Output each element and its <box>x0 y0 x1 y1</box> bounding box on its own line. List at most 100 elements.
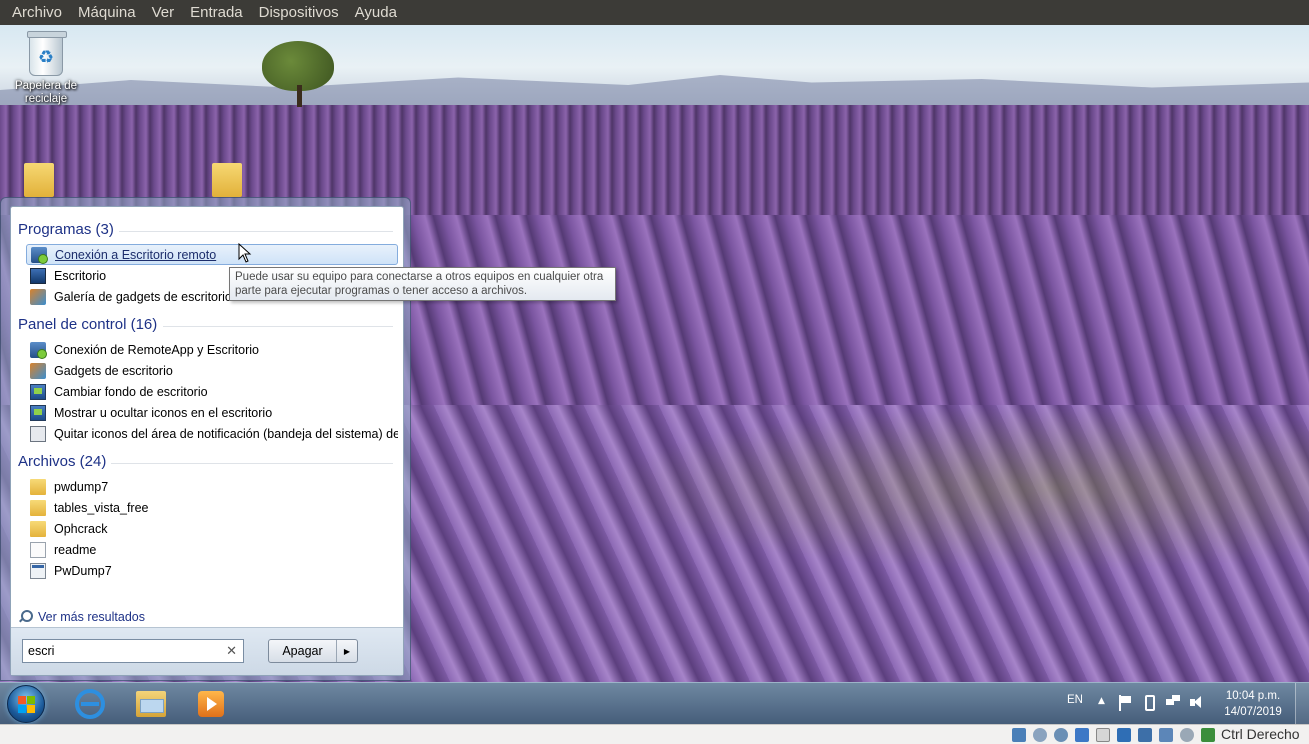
menu-ayuda[interactable]: Ayuda <box>347 0 405 25</box>
gadgets-gallery-icon <box>30 288 46 305</box>
wallpaper-tree-trunk <box>297 85 302 107</box>
group-heading-programas[interactable]: Programas (3) <box>18 221 114 238</box>
result-label: Escritorio <box>54 268 107 283</box>
remote-desktop-tooltip: Puede usar su equipo para conectarse a o… <box>229 267 616 301</box>
folder-icon <box>30 499 46 516</box>
tooltip-line-1: Puede usar su equipo para conectarse a o… <box>235 271 604 283</box>
group-heading-archivos[interactable]: Archivos (24) <box>18 453 106 470</box>
virtualbox-status-bar: Ctrl Derecho <box>0 724 1309 744</box>
result-gadgets-escritorio[interactable]: Gadgets de escritorio <box>26 360 398 381</box>
see-more-results-link[interactable]: Ver más resultados <box>18 610 145 624</box>
optical-drive-icon[interactable] <box>1033 728 1047 742</box>
result-cambiar-fondo[interactable]: Cambiar fondo de escritorio <box>26 381 398 402</box>
desktop-folder-icon[interactable] <box>212 163 242 197</box>
menu-archivo[interactable]: Archivo <box>4 0 70 25</box>
media-player-icon <box>198 691 224 717</box>
remoteapp-icon <box>30 341 47 359</box>
start-search-input[interactable] <box>28 644 218 658</box>
result-conexion-escritorio-remoto[interactable]: Conexión a Escritorio remoto <box>26 244 398 265</box>
language-indicator[interactable]: EN <box>1067 694 1083 706</box>
executable-icon <box>30 562 46 579</box>
folder-icon <box>30 478 46 495</box>
desktop-recycle-bin[interactable]: ♻ Papelera de reciclaje <box>11 31 81 106</box>
taskbar-windows-explorer[interactable] <box>131 687 171 721</box>
shutdown-options-arrow-icon[interactable]: ▶ <box>337 640 357 662</box>
battery-icon[interactable] <box>1145 695 1155 711</box>
internet-explorer-icon <box>75 689 105 719</box>
network-icon[interactable] <box>1166 695 1181 711</box>
audio-icon[interactable] <box>1054 728 1068 742</box>
virtualbox-menubar: Archivo Máquina Ver Entrada Dispositivos… <box>0 0 1309 25</box>
volume-icon[interactable] <box>1190 695 1205 711</box>
result-label: tables_vista_free <box>54 500 149 515</box>
taskbar: EN ▲ 10:04 p.m. 14/07/2019 <box>0 682 1309 725</box>
file-explorer-icon <box>136 691 166 717</box>
result-label: Mostrar u ocultar iconos en el escritori… <box>54 405 273 420</box>
gadgets-icon <box>30 362 46 379</box>
result-label: pwdump7 <box>54 479 109 494</box>
usb-icon[interactable] <box>1075 728 1089 742</box>
result-label: Ophcrack <box>54 521 108 536</box>
windows-logo-icon <box>18 696 36 714</box>
desktop-folder-icon[interactable] <box>24 163 54 197</box>
text-document-icon <box>30 541 46 558</box>
result-readme[interactable]: readme <box>26 539 398 560</box>
video-capture-icon[interactable] <box>1159 728 1173 742</box>
folder-icon <box>30 520 46 537</box>
result-label: Conexión de RemoteApp y Escritorio <box>54 342 259 357</box>
menu-maquina[interactable]: Máquina <box>70 0 144 25</box>
see-more-results-label: Ver más resultados <box>38 610 145 624</box>
clear-search-icon[interactable]: ✕ <box>226 643 237 659</box>
start-search-box[interactable]: ✕ <box>22 639 244 663</box>
wallpaper-tree <box>262 41 334 91</box>
show-hidden-icons-icon[interactable]: ▲ <box>1098 696 1105 706</box>
taskbar-internet-explorer[interactable] <box>70 687 110 721</box>
result-label: Conexión a Escritorio remoto <box>55 247 217 262</box>
show-desktop-button[interactable] <box>1295 683 1309 725</box>
result-quitar-iconos-notificacion[interactable]: Quitar iconos del área de notificación (… <box>26 423 398 444</box>
result-label: readme <box>54 542 97 557</box>
taskbar-media-player[interactable] <box>191 687 231 721</box>
shutdown-button[interactable]: Apagar <box>269 640 337 662</box>
remote-desktop-icon <box>31 246 48 264</box>
clock-date: 14/07/2019 <box>1224 706 1282 718</box>
result-pwdump7-exe[interactable]: PwDump7 <box>26 560 398 581</box>
group-divider <box>119 231 393 232</box>
tooltip-line-2: parte para ejecutar programas o tener ac… <box>235 285 528 297</box>
search-icon <box>18 610 33 624</box>
menu-ver[interactable]: Ver <box>144 0 183 25</box>
shared-folders-icon[interactable] <box>1096 728 1110 742</box>
result-label: Quitar iconos del área de notificación (… <box>54 426 398 441</box>
display-icon[interactable] <box>1117 728 1131 742</box>
group-divider <box>163 326 393 327</box>
result-label: Galería de gadgets de escritorio <box>54 289 232 304</box>
notification-area-icon <box>30 425 46 442</box>
host-key-label: Ctrl Derecho <box>1221 726 1300 742</box>
start-button[interactable] <box>7 685 45 723</box>
result-tables-vista-free[interactable]: tables_vista_free <box>26 497 398 518</box>
result-pwdump7-folder[interactable]: pwdump7 <box>26 476 398 497</box>
action-center-flag-icon[interactable] <box>1119 695 1134 711</box>
group-heading-panel-control[interactable]: Panel de control (16) <box>18 316 157 333</box>
result-mostrar-iconos[interactable]: Mostrar u ocultar iconos en el escritori… <box>26 402 398 423</box>
result-label: Cambiar fondo de escritorio <box>54 384 208 399</box>
cpu-icon[interactable] <box>1180 728 1194 742</box>
recycle-bin-label: Papelera de reciclaje <box>14 80 78 105</box>
desktop-icon <box>30 267 46 284</box>
taskbar-clock[interactable]: 10:04 p.m. 14/07/2019 <box>1218 688 1288 720</box>
shutdown-split-button: Apagar ▶ <box>268 639 358 663</box>
menu-entrada[interactable]: Entrada <box>182 0 251 25</box>
keyboard-capture-icon[interactable] <box>1201 728 1215 742</box>
clock-time: 10:04 p.m. <box>1225 690 1281 702</box>
recycle-bin-icon: ♻ <box>27 31 67 76</box>
hard-disk-icon[interactable] <box>1012 728 1026 742</box>
result-ophcrack[interactable]: Ophcrack <box>26 518 398 539</box>
network-adapter-icon[interactable] <box>1138 728 1152 742</box>
result-remoteapp[interactable]: Conexión de RemoteApp y Escritorio <box>26 339 398 360</box>
control-panel-icon <box>30 383 46 400</box>
group-divider <box>111 463 393 464</box>
result-label: PwDump7 <box>54 563 112 578</box>
menu-dispositivos[interactable]: Dispositivos <box>251 0 347 25</box>
result-label: Gadgets de escritorio <box>54 363 173 378</box>
control-panel-icon <box>30 404 46 421</box>
